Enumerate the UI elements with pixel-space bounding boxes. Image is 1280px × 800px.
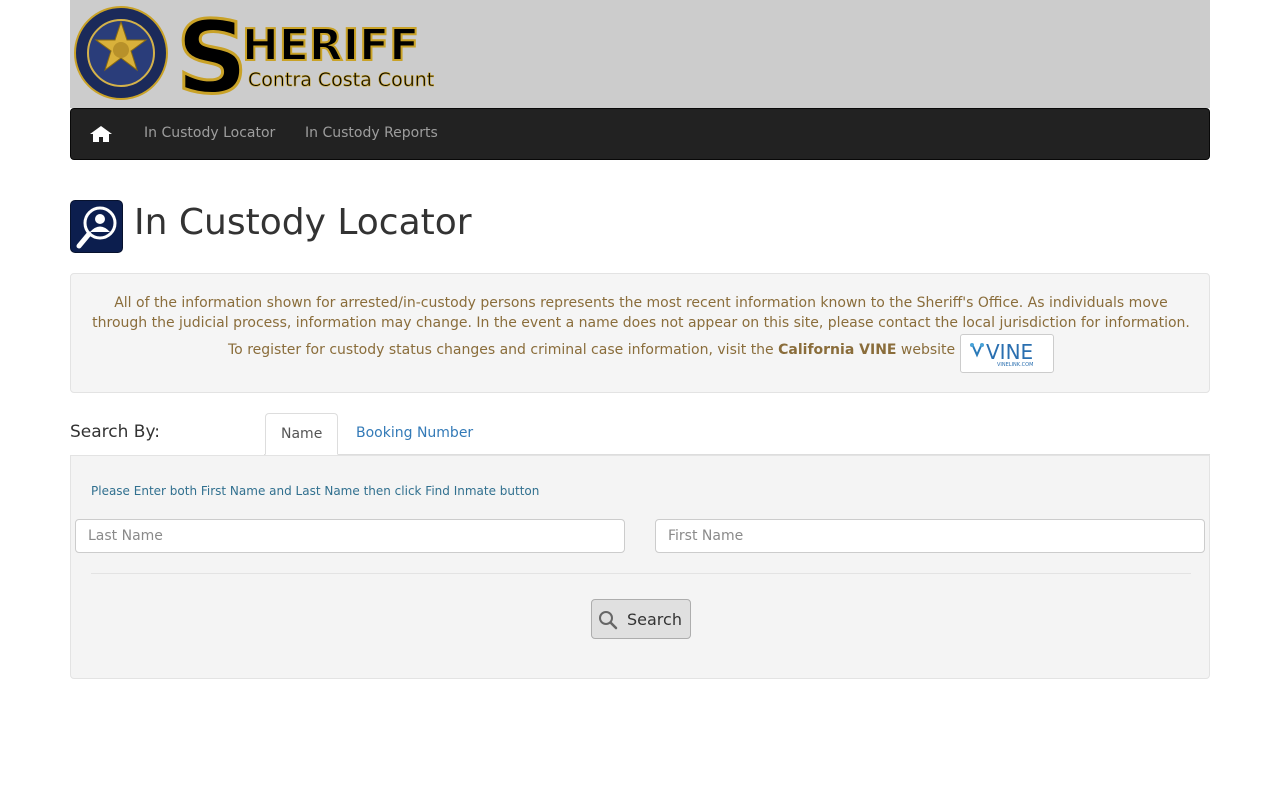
- top-navbar: In Custody Locator In Custody Reports: [70, 108, 1210, 160]
- vine-logo-link[interactable]: VINE VINELINK.COM: [960, 334, 1054, 373]
- tab-booking-number[interactable]: Booking Number: [341, 413, 488, 455]
- register-prefix: To register for custody status changes a…: [228, 342, 774, 358]
- form-divider: [91, 573, 1191, 574]
- person-search-icon: [70, 200, 123, 253]
- svg-text:S: S: [176, 4, 248, 102]
- info-notice: All of the information shown for arreste…: [70, 273, 1210, 393]
- sheriff-wordmark-logo: S HERIFF Contra Costa County: [175, 4, 435, 102]
- register-suffix: website: [900, 342, 956, 358]
- info-text-line-2: through the judicial process, informatio…: [92, 315, 1190, 331]
- search-button[interactable]: Search: [591, 599, 691, 639]
- vine-logo-icon: VINE VINELINK.COM: [970, 340, 1033, 368]
- search-by-label: Search By:: [70, 422, 161, 442]
- page-title: In Custody Locator: [134, 202, 472, 243]
- header-banner: S HERIFF Contra Costa County: [70, 0, 1210, 108]
- tab-name[interactable]: Name: [265, 413, 338, 455]
- page: S HERIFF Contra Costa County In Custody …: [0, 0, 1280, 800]
- vine-logo-sub: VINELINK.COM: [997, 362, 1033, 368]
- svg-text:HERIFF: HERIFF: [242, 20, 419, 71]
- vine-logo-text: VINE: [986, 340, 1033, 364]
- nav-in-custody-reports[interactable]: In Custody Reports: [305, 125, 438, 141]
- magnifier-icon: [599, 611, 618, 630]
- info-text-line-1: All of the information shown for arreste…: [114, 295, 1168, 311]
- home-icon[interactable]: [89, 124, 113, 144]
- first-name-input[interactable]: [655, 519, 1205, 553]
- search-hint: Please Enter both First Name and Last Na…: [91, 484, 540, 498]
- sheriff-seal-logo: [74, 6, 168, 100]
- svg-text:Contra Costa County: Contra Costa County: [248, 69, 434, 91]
- search-panel: Please Enter both First Name and Last Na…: [70, 455, 1210, 679]
- nav-in-custody-locator[interactable]: In Custody Locator: [144, 125, 275, 141]
- last-name-input[interactable]: [75, 519, 625, 553]
- search-button-label: Search: [627, 610, 682, 629]
- california-vine-link[interactable]: California VINE: [778, 342, 896, 358]
- register-text: To register for custody status changes a…: [228, 342, 955, 358]
